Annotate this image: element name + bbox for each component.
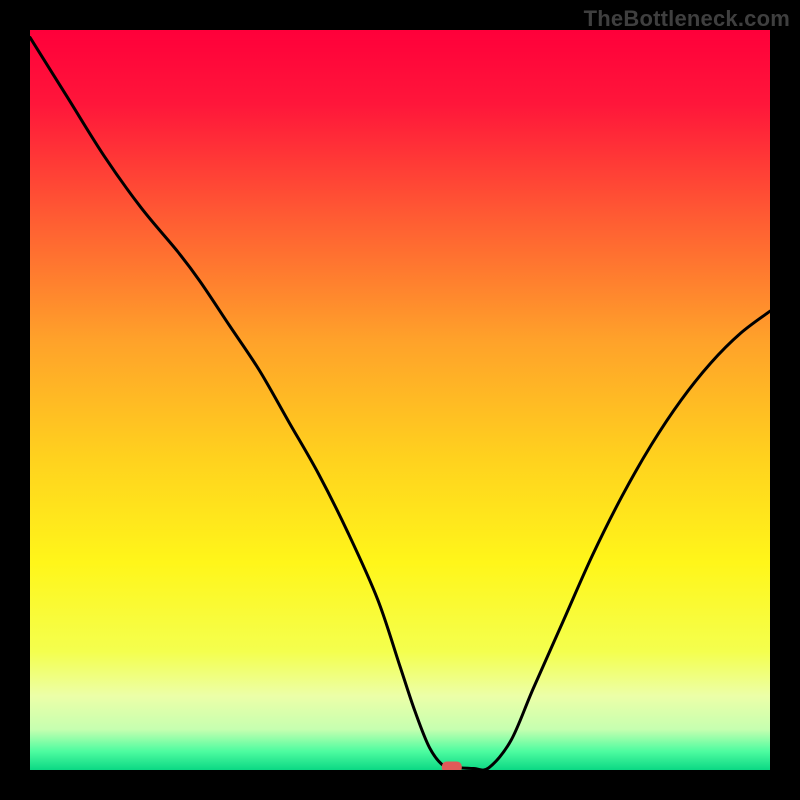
bottleneck-chart — [30, 30, 770, 770]
watermark-label: TheBottleneck.com — [584, 6, 790, 32]
minimum-marker — [442, 762, 462, 770]
chart-frame: TheBottleneck.com — [0, 0, 800, 800]
chart-background — [30, 30, 770, 770]
